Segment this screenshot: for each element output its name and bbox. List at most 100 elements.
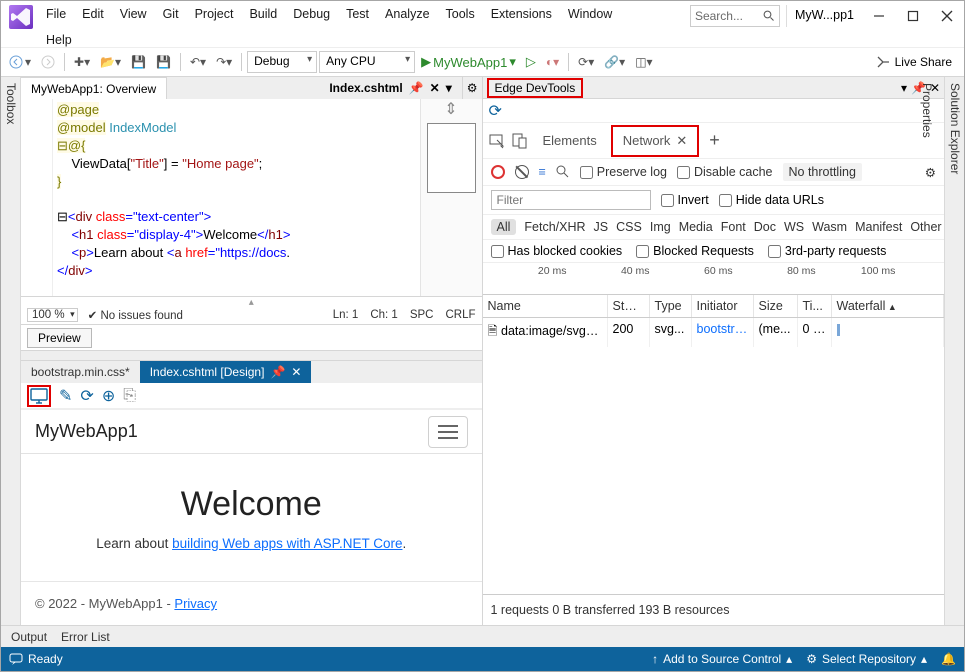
new-item-button[interactable]: ✚▾ [70, 53, 94, 71]
menu-build[interactable]: Build [242, 5, 284, 23]
menu-test[interactable]: Test [339, 5, 376, 23]
pin-icon[interactable]: 📌 [409, 81, 424, 95]
preview-lead-link[interactable]: building Web apps with ASP.NET Core [172, 536, 402, 551]
preview-button[interactable]: Preview [27, 328, 92, 348]
reload-icon[interactable]: ⟳ [80, 386, 93, 406]
filter-ws[interactable]: WS [784, 220, 804, 234]
menu-debug[interactable]: Debug [286, 5, 337, 23]
blocked-cookies-checkbox[interactable]: Has blocked cookies [491, 244, 623, 258]
hot-reload-button[interactable]: ◐▾ [542, 53, 563, 71]
tab-output[interactable]: Output [11, 630, 47, 644]
filter-all[interactable]: All [491, 219, 517, 235]
add-tab-button[interactable]: + [703, 130, 726, 151]
search-icon[interactable] [556, 165, 570, 179]
preview-privacy-link[interactable]: Privacy [174, 596, 217, 611]
filter-manifest[interactable]: Manifest [855, 220, 902, 234]
code-editor[interactable]: @page @model IndexModel ⊟@{ ViewData["Ti… [21, 99, 482, 297]
third-party-checkbox[interactable]: 3rd-party requests [768, 244, 886, 258]
tab-overview[interactable]: MyWebApp1: Overview [21, 77, 167, 99]
menu-window[interactable]: Window [561, 5, 619, 23]
menu-edit[interactable]: Edit [75, 5, 111, 23]
tab-index-cshtml[interactable]: Index.cshtml 📌 ✕ ▾ [319, 77, 462, 99]
refresh-devtools-icon[interactable]: ⟳ [489, 101, 502, 121]
filter-wasm[interactable]: Wasm [812, 220, 847, 234]
throttling-select[interactable]: No throttling [783, 163, 862, 181]
menu-analyze[interactable]: Analyze [378, 5, 436, 23]
hamburger-button[interactable] [428, 416, 468, 448]
col-time[interactable]: Ti... [798, 295, 832, 317]
filter-media[interactable]: Media [679, 220, 713, 234]
issues-indicator[interactable]: ✔ No issues found [88, 308, 183, 322]
open-button[interactable]: 📂▾ [96, 53, 125, 71]
add-source-control-button[interactable]: ↑ Add to Source Control ▴ [652, 652, 792, 666]
device-icon[interactable] [511, 132, 529, 150]
close-tab-icon[interactable]: ✕ [430, 81, 440, 95]
browser-link-button[interactable]: 🔗▾ [600, 53, 629, 71]
filter-icon[interactable]: ≡ [539, 165, 546, 179]
col-type[interactable]: Type [650, 295, 692, 317]
col-initiator[interactable]: Initiator [692, 295, 754, 317]
start-nodebug-button[interactable]: ▷ [522, 52, 540, 72]
menu-git[interactable]: Git [156, 5, 186, 23]
panel-menu-icon[interactable]: ▾ [901, 81, 907, 95]
start-debug-button[interactable]: ▶ MyWebApp1 ▾ [417, 52, 520, 72]
tab-index-design[interactable]: Index.cshtml [Design] 📌 ✕ [140, 361, 312, 383]
search-box[interactable]: Search... [690, 5, 780, 27]
filter-fetchxhr[interactable]: Fetch/XHR [524, 220, 585, 234]
preserve-log-checkbox[interactable]: Preserve log [580, 165, 667, 179]
save-all-button[interactable]: 💾 [152, 53, 175, 71]
tab-error-list[interactable]: Error List [61, 630, 110, 644]
nav-back-button[interactable]: ▾ [5, 53, 35, 71]
filter-doc[interactable]: Doc [754, 220, 776, 234]
solution-explorer-tab[interactable]: Solution Explorer [948, 83, 962, 619]
edit-icon[interactable]: ✎ [59, 386, 72, 406]
globe-icon[interactable]: ⊕ [102, 386, 115, 406]
minimize-button[interactable] [862, 3, 896, 29]
preview-brand[interactable]: MyWebApp1 [35, 421, 138, 442]
code-content[interactable]: @page @model IndexModel ⊟@{ ViewData["Ti… [53, 99, 420, 296]
redo-button[interactable]: ↷▾ [212, 53, 236, 71]
config-combo[interactable]: Debug [247, 51, 317, 73]
chevron-down-icon[interactable]: ▾ [446, 81, 452, 95]
clear-button[interactable] [515, 165, 529, 179]
col-size[interactable]: Size [754, 295, 798, 317]
close-tab-icon[interactable]: ✕ [676, 133, 687, 149]
save-button[interactable]: 💾 [127, 53, 150, 71]
minimap[interactable]: ⇕ [420, 99, 482, 296]
filter-img[interactable]: Img [650, 220, 671, 234]
devtools-title[interactable]: Edge DevTools [487, 78, 584, 98]
menu-tools[interactable]: Tools [439, 5, 482, 23]
tab-elements[interactable]: Elements [533, 127, 607, 154]
tab-network[interactable]: Network ✕ [611, 125, 700, 157]
inspect-icon[interactable] [489, 132, 507, 150]
undo-button[interactable]: ↶▾ [186, 53, 210, 71]
col-status[interactable]: Stat... [608, 295, 650, 317]
live-share-button[interactable]: Live Share [876, 55, 960, 69]
tab-bootstrap-css[interactable]: bootstrap.min.css* [21, 361, 140, 383]
tab-options-icon[interactable]: ⚙ [463, 77, 482, 99]
maximize-button[interactable] [896, 3, 930, 29]
network-timeline[interactable]: 20 ms 40 ms 60 ms 80 ms 100 ms [483, 263, 945, 295]
close-button[interactable] [930, 3, 964, 29]
filter-input[interactable] [491, 190, 651, 210]
refresh-button[interactable]: ⟳▾ [574, 53, 598, 71]
menu-file[interactable]: File [39, 5, 73, 23]
copy-icon[interactable]: ⎘ [123, 387, 136, 405]
close-tab-icon[interactable]: ✕ [291, 365, 301, 379]
filter-js[interactable]: JS [594, 220, 609, 234]
record-button[interactable] [491, 165, 505, 179]
menu-extensions[interactable]: Extensions [484, 5, 559, 23]
menu-project[interactable]: Project [188, 5, 241, 23]
properties-tab[interactable]: Properties [920, 83, 934, 619]
layout-button[interactable]: ◫▾ [631, 53, 656, 71]
device-emulation-button[interactable] [27, 385, 51, 407]
col-name[interactable]: Name [483, 295, 608, 317]
invert-checkbox[interactable]: Invert [661, 193, 709, 207]
disable-cache-checkbox[interactable]: Disable cache [677, 165, 773, 179]
splitter-handle[interactable]: ▴ [21, 297, 482, 305]
platform-combo[interactable]: Any CPU [319, 51, 415, 73]
cell-initiator[interactable]: bootstra... [692, 318, 754, 347]
menu-view[interactable]: View [113, 5, 154, 23]
table-row[interactable]: 🗎 data:image/svg+x... 200 svg... bootstr… [483, 318, 945, 347]
minimap-thumb[interactable] [427, 123, 476, 193]
